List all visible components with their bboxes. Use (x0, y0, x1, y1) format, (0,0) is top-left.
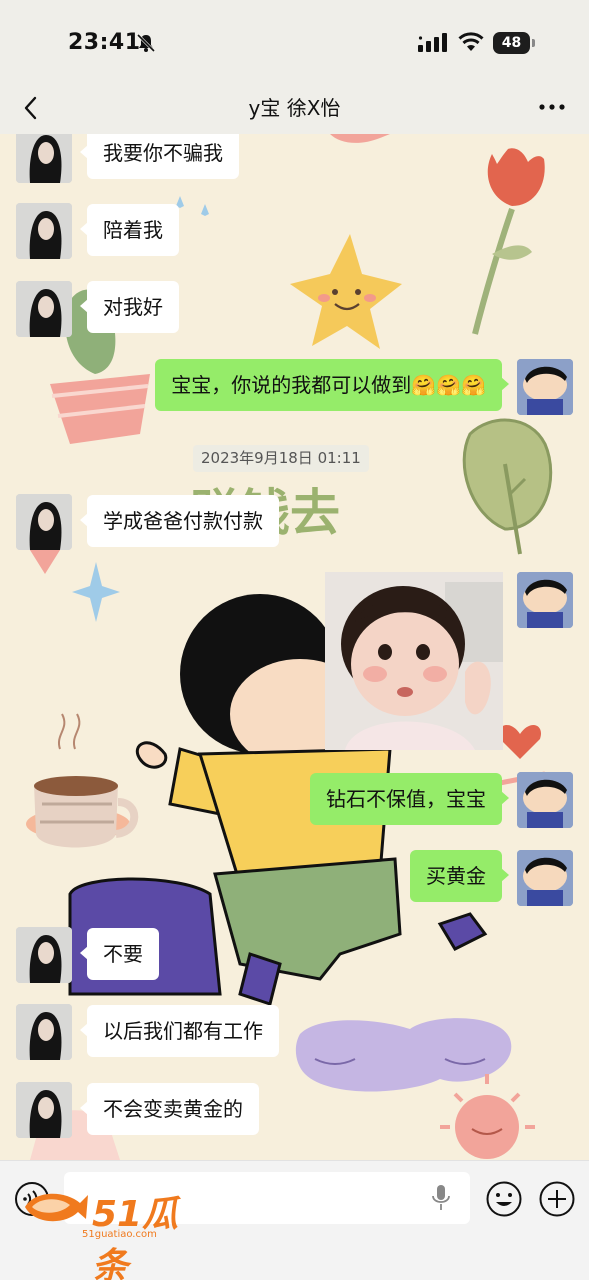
my-avatar[interactable] (517, 772, 573, 828)
message-timestamp: 2023年9月18日 01:11 (193, 445, 369, 472)
message-bubble-received[interactable]: 学成爸爸付款付款 (80, 495, 279, 547)
my-avatar[interactable] (517, 572, 573, 628)
message-bubble-received[interactable]: 我要你不骗我 (80, 134, 239, 179)
plus-icon[interactable] (538, 1180, 576, 1218)
chat-area[interactable]: 赚钱去 (0, 134, 589, 1160)
microphone-icon[interactable] (431, 1184, 451, 1212)
my-avatar[interactable] (517, 850, 573, 906)
bell-muted-icon (136, 33, 156, 53)
battery-level: 48 (501, 35, 522, 51)
message-bubble-sent[interactable]: 钻石不保值，宝宝 (310, 773, 509, 825)
battery-indicator: 48 (493, 32, 535, 54)
message-bubble-sent[interactable]: 宝宝，你说的我都可以做到🤗🤗🤗 (155, 359, 509, 411)
contact-avatar[interactable] (16, 203, 72, 259)
chat-title[interactable]: y宝 徐X怡 (0, 92, 589, 121)
message-bubble-received[interactable]: 对我好 (80, 281, 179, 333)
message-bubble-received[interactable]: 陪着我 (80, 204, 179, 256)
sticker-image[interactable] (325, 572, 503, 750)
message-bubble-received[interactable]: 不要 (80, 928, 159, 980)
message-bubble-sent[interactable]: 买黄金 (410, 850, 509, 902)
message-bubble-received[interactable]: 以后我们都有工作 (80, 1005, 279, 1057)
status-bar: 23:41 48 (0, 0, 589, 88)
emoji-icon[interactable] (485, 1180, 523, 1218)
contact-avatar[interactable] (16, 494, 72, 550)
status-time: 23:41 (68, 30, 141, 55)
contact-avatar[interactable] (16, 1082, 72, 1138)
watermark-fish-icon (25, 1193, 88, 1222)
more-dots-icon[interactable] (539, 104, 565, 110)
contact-avatar[interactable] (16, 1004, 72, 1060)
watermark-url: 51guatiao.com (82, 1229, 157, 1240)
chat-header: y宝 徐X怡 (0, 88, 589, 134)
message-bubble-received[interactable]: 不会变卖黄金的 (80, 1083, 259, 1135)
contact-avatar[interactable] (16, 281, 72, 337)
wifi-icon (458, 32, 484, 51)
contact-avatar[interactable] (16, 134, 72, 183)
watermark-logo: 51瓜条 51guatiao.com (20, 1185, 210, 1280)
contact-avatar[interactable] (16, 927, 72, 983)
signal-icon (418, 33, 447, 52)
my-avatar[interactable] (517, 359, 573, 415)
input-bar: 51瓜条 51guatiao.com (0, 1160, 589, 1280)
